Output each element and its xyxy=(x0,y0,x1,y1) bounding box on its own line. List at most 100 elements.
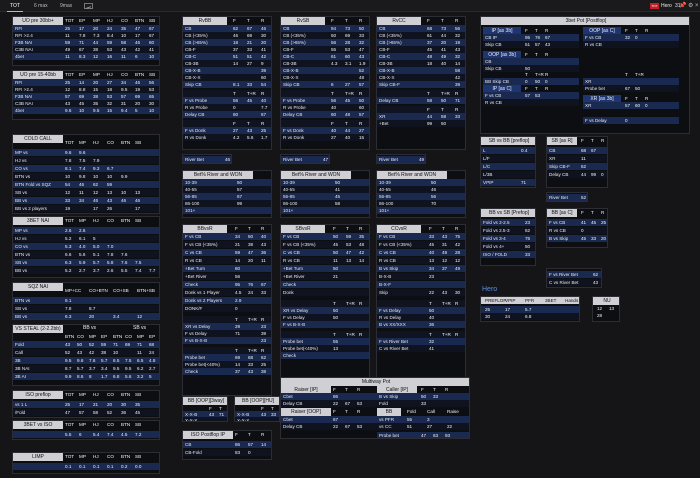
stat-row[interactable]: L 0.4 xyxy=(481,147,535,154)
stat-value[interactable]: 9.1 xyxy=(65,297,71,304)
stat-value[interactable]: 55 xyxy=(333,338,338,345)
stat-value[interactable]: 70 xyxy=(431,200,436,207)
stat-value[interactable]: 7.4 xyxy=(107,431,113,438)
stat-value[interactable]: 25 xyxy=(65,401,70,408)
stat-value[interactable]: 23 xyxy=(525,219,530,226)
stat-row[interactable]: +Bet River 56 xyxy=(183,273,271,280)
stat-row[interactable]: CB-X-B 52 xyxy=(281,67,369,74)
stat-value[interactable]: 42 xyxy=(89,349,94,356)
chart-icon[interactable] xyxy=(84,3,93,9)
stat-value[interactable]: 9.5 xyxy=(125,365,131,372)
stat-value[interactable]: 22 xyxy=(333,400,338,407)
stat-row[interactable]: CB-C 61 60 43 xyxy=(281,53,369,60)
stat-row[interactable]: 4bet 9.6 10 9.5 15 9.4 5 10 xyxy=(13,107,159,114)
stat-value[interactable]: 0 xyxy=(635,34,638,41)
stat-value[interactable]: 10 xyxy=(121,189,126,196)
stat-value[interactable]: 37 xyxy=(233,46,238,53)
stat-row[interactable]: BB vs 33 34 46 43 46 46 xyxy=(13,197,159,204)
stat-value[interactable]: 12 xyxy=(65,86,70,93)
stat-value[interactable]: 6.8 xyxy=(113,373,119,380)
stat-value[interactable]: 5 xyxy=(135,107,138,114)
stat-value[interactable]: 61 xyxy=(427,32,432,39)
stat-value[interactable]: 25 xyxy=(261,127,266,134)
stat-value[interactable]: 43 xyxy=(593,279,598,286)
stat-value[interactable]: 61 xyxy=(331,53,336,60)
stat-value[interactable]: 6 xyxy=(79,431,82,438)
stat-value[interactable]: 99 xyxy=(237,200,242,207)
stat-value[interactable]: 11 xyxy=(261,257,266,264)
stat-value[interactable]: 5 xyxy=(149,373,152,380)
stat-row[interactable]: 10-39 50 xyxy=(183,179,271,186)
stat-value[interactable]: 42 xyxy=(455,241,460,248)
stat-value[interactable]: 20 xyxy=(261,39,266,46)
stat-value[interactable]: 34 xyxy=(235,233,240,240)
stat-value[interactable]: 95 xyxy=(525,34,530,41)
stat-value[interactable]: 68 xyxy=(149,341,154,348)
stat-value[interactable]: 30 xyxy=(149,100,154,107)
stat-value[interactable]: 41 xyxy=(581,219,586,226)
stat-value[interactable]: 32 xyxy=(107,100,112,107)
stat-value[interactable]: 4.5 xyxy=(121,431,127,438)
stat-value[interactable]: 40 xyxy=(345,134,350,141)
stat-value[interactable]: 5.7 xyxy=(93,259,99,266)
stat-row[interactable]: B-X-F xyxy=(377,281,465,288)
stat-value[interactable]: 43 xyxy=(65,341,70,348)
stat-value[interactable]: 9.3 xyxy=(93,165,99,172)
stat-value[interactable]: 0.2 xyxy=(121,463,127,470)
stat-value[interactable]: 33 xyxy=(429,233,434,240)
stat-row[interactable]: CO vs 8.1 7.4 9.3 6.7 xyxy=(13,165,159,172)
stat-value[interactable]: 7.3 xyxy=(93,32,99,39)
stat-row[interactable]: F vs B-X-B 23 xyxy=(183,337,271,344)
stat-value[interactable]: 57 xyxy=(248,441,253,448)
stat-row[interactable]: River Bet 52 xyxy=(547,194,587,201)
stat-value[interactable]: 17 xyxy=(93,205,98,212)
stat-value[interactable]: 20 xyxy=(89,313,94,319)
stat-value[interactable]: 5.3 xyxy=(65,243,71,250)
stat-value[interactable]: 2.6 xyxy=(79,227,85,234)
stat-value[interactable]: 12 xyxy=(442,257,447,264)
stat-value[interactable]: 50 xyxy=(359,25,364,32)
stat-value[interactable]: 13 xyxy=(107,189,112,196)
stat-value[interactable]: 9.9 xyxy=(65,373,71,380)
stat-row[interactable]: Skip 22 43 30 xyxy=(377,289,465,296)
stat-value[interactable]: 58 xyxy=(455,67,460,74)
stat-value[interactable]: 43 xyxy=(77,349,82,356)
stat-row[interactable]: +Bet Turn 80 xyxy=(183,265,271,272)
stat-row[interactable]: Check xyxy=(281,281,369,288)
stat-row[interactable]: Delay CB 60 67 xyxy=(183,111,271,118)
stat-value[interactable]: 57 xyxy=(237,186,242,193)
stat-value[interactable]: 71 xyxy=(79,39,84,46)
stat-value[interactable]: 27 xyxy=(331,134,336,141)
stat-value[interactable]: 57 xyxy=(121,93,126,100)
stat-value[interactable]: 5.7 xyxy=(77,365,83,372)
stat-row[interactable]: Check xyxy=(281,352,369,359)
stat-value[interactable]: 62 xyxy=(261,354,266,361)
stat-row[interactable]: F vs Probe 56 45 50 xyxy=(281,97,369,104)
stat-value[interactable]: 5.0 xyxy=(93,243,99,250)
stat-value[interactable]: 69 xyxy=(345,32,350,39)
stat-value[interactable]: 15 xyxy=(107,107,112,114)
stat-value[interactable]: 50 xyxy=(237,179,242,186)
stat-row[interactable]: Probe bet 67 50 xyxy=(583,85,679,92)
stat-value[interactable]: 73 xyxy=(345,25,350,32)
stat-value[interactable]: 55 xyxy=(407,416,412,423)
stat-value[interactable]: 40 xyxy=(261,97,266,104)
stat-value[interactable]: 5.6 xyxy=(125,373,131,380)
stat-value[interactable]: 16 xyxy=(107,53,112,60)
stat-row[interactable]: +Bet 99 50 xyxy=(377,120,465,127)
stat-value[interactable]: 20 xyxy=(93,25,98,32)
stat-value[interactable]: 9.6 xyxy=(79,149,85,156)
stat-value[interactable]: 9.5 xyxy=(121,86,127,93)
stat-value[interactable]: 0 xyxy=(545,78,548,85)
stat-value[interactable]: 9.6 xyxy=(77,357,83,364)
stat-value[interactable]: 46 xyxy=(225,156,230,163)
stat-value[interactable]: 40 xyxy=(441,60,446,67)
stat-value[interactable]: 57 xyxy=(79,409,84,416)
stat-value[interactable]: 3.7 xyxy=(89,365,95,372)
stat-value[interactable]: 9.9 xyxy=(121,173,127,180)
stat-value[interactable]: 1.7 xyxy=(101,373,107,380)
stat-value[interactable]: 94 xyxy=(331,25,336,32)
stat-row[interactable]: vs PFR 55 3 xyxy=(377,416,469,423)
stat-row[interactable]: R vs CB 14 20 11 xyxy=(183,257,271,264)
stat-row[interactable]: Delay CB 44 99 0 xyxy=(547,171,607,178)
